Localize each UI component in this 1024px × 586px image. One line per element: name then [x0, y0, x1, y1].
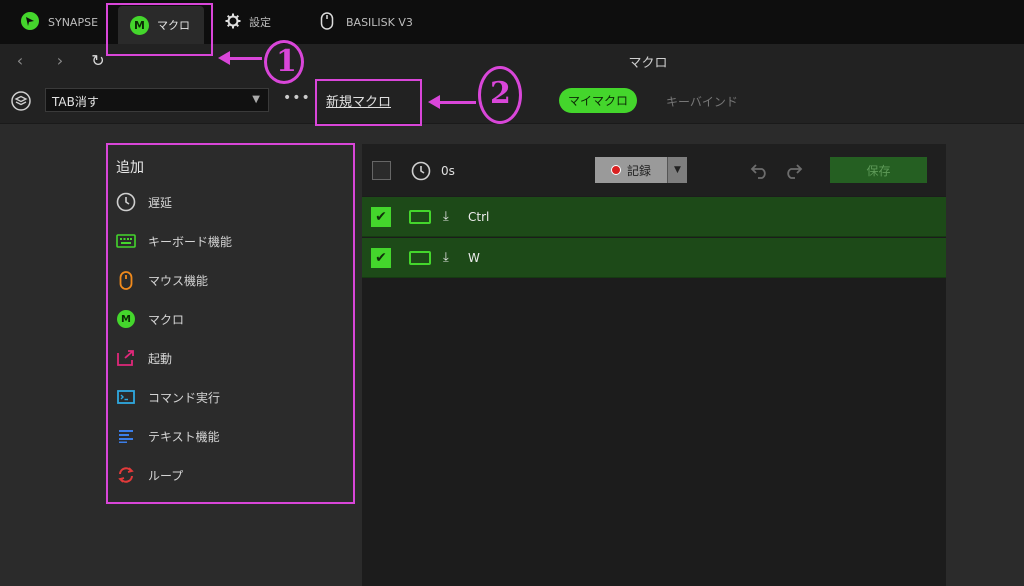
key-down-icon: ⤓	[443, 250, 449, 265]
terminal-icon	[116, 387, 136, 407]
add-item-delay[interactable]: 遅延	[116, 191, 172, 213]
duration-total: 0s	[441, 164, 455, 178]
add-item-label: キーボード機能	[148, 234, 233, 249]
layers-icon	[11, 91, 31, 114]
macro-editor: 0s 記録 ▼ 保存 ✔ ⤓ Ctrl ✔ ⤓ W	[362, 144, 946, 586]
add-item-label: 起動	[148, 351, 173, 366]
tab-synapse[interactable]: SYNAPSE	[20, 0, 98, 44]
add-item-mouse[interactable]: マウス機能	[116, 269, 208, 291]
add-item-keyboard[interactable]: キーボード機能	[116, 230, 232, 252]
macro-select[interactable]: TAB消す ▼	[45, 88, 269, 112]
add-item-command[interactable]: コマンド実行	[116, 386, 220, 408]
annotation-arrow-1	[228, 57, 262, 60]
record-button-group: 記録 ▼	[595, 157, 687, 183]
macro-select-value: TAB消す	[52, 95, 99, 109]
keyboard-icon	[409, 250, 431, 265]
tab-device-label: BASILISK V3	[346, 15, 413, 29]
select-all-checkbox[interactable]	[372, 161, 391, 180]
add-item-label: テキスト機能	[148, 429, 220, 444]
annotation-arrow-2	[438, 101, 476, 104]
add-item-label: マクロ	[148, 312, 185, 327]
record-button[interactable]: 記録	[595, 162, 667, 179]
mouse-icon	[116, 270, 136, 290]
add-item-launch[interactable]: 起動	[116, 347, 172, 369]
chevron-down-icon: ▼	[252, 94, 260, 105]
add-item-label: コマンド実行	[148, 390, 221, 405]
step-checkbox[interactable]: ✔	[371, 206, 391, 227]
gear-icon	[225, 13, 241, 32]
record-label: 記録	[626, 163, 651, 178]
add-item-text[interactable]: テキスト機能	[116, 425, 220, 447]
record-options-dropdown[interactable]: ▼	[667, 157, 687, 183]
step-key-label: W	[468, 250, 480, 265]
tab-settings[interactable]: 設定	[225, 0, 271, 44]
macro-editor-toolbar: 0s 記録 ▼ 保存	[362, 144, 946, 196]
macro-icon: M	[116, 309, 136, 329]
key-down-icon: ⤓	[443, 209, 449, 224]
annotation-box-2	[315, 79, 422, 126]
add-item-label: 遅延	[148, 195, 173, 210]
undo-icon[interactable]	[750, 161, 770, 182]
text-icon	[116, 426, 136, 446]
record-dot-icon	[610, 165, 621, 175]
loop-icon	[116, 465, 136, 485]
mouse-device-icon	[320, 11, 334, 33]
annotation-box-1	[106, 3, 213, 56]
add-item-loop[interactable]: ループ	[116, 464, 183, 486]
tab-my-macro[interactable]: マイマクロ	[559, 88, 637, 113]
add-item-label: マウス機能	[148, 273, 209, 288]
macro-step-row[interactable]: ✔ ⤓ Ctrl	[362, 197, 946, 237]
tab-settings-label: 設定	[249, 16, 271, 29]
save-button[interactable]: 保存	[830, 157, 927, 183]
step-checkbox[interactable]: ✔	[371, 247, 391, 268]
macro-step-row[interactable]: ✔ ⤓ W	[362, 238, 946, 278]
add-panel-title: 追加	[116, 160, 144, 176]
annotation-number-1: 1	[276, 44, 297, 79]
synapse-logo-icon	[20, 11, 40, 34]
add-item-macro[interactable]: M マクロ	[116, 308, 184, 330]
keyboard-icon	[409, 209, 431, 224]
step-key-label: Ctrl	[468, 209, 490, 224]
add-item-label: ループ	[148, 468, 184, 483]
more-options-button[interactable]: •••	[283, 90, 311, 106]
add-panel: 追加 遅延 キーボード機能 マウス機能 M マクロ 起動 コマンド実行 テキスト…	[106, 143, 355, 503]
annotation-number-2: 2	[490, 76, 511, 111]
tab-keybind[interactable]: キーバインド	[666, 93, 738, 110]
keyboard-icon	[116, 231, 136, 251]
clock-icon	[116, 192, 136, 212]
redo-icon[interactable]	[783, 161, 803, 182]
launch-icon	[116, 348, 136, 368]
tab-synapse-label: SYNAPSE	[48, 15, 99, 29]
chevron-down-icon: ▼	[674, 165, 681, 175]
tab-device[interactable]: BASILISK V3	[320, 0, 413, 44]
clock-icon	[411, 161, 431, 184]
